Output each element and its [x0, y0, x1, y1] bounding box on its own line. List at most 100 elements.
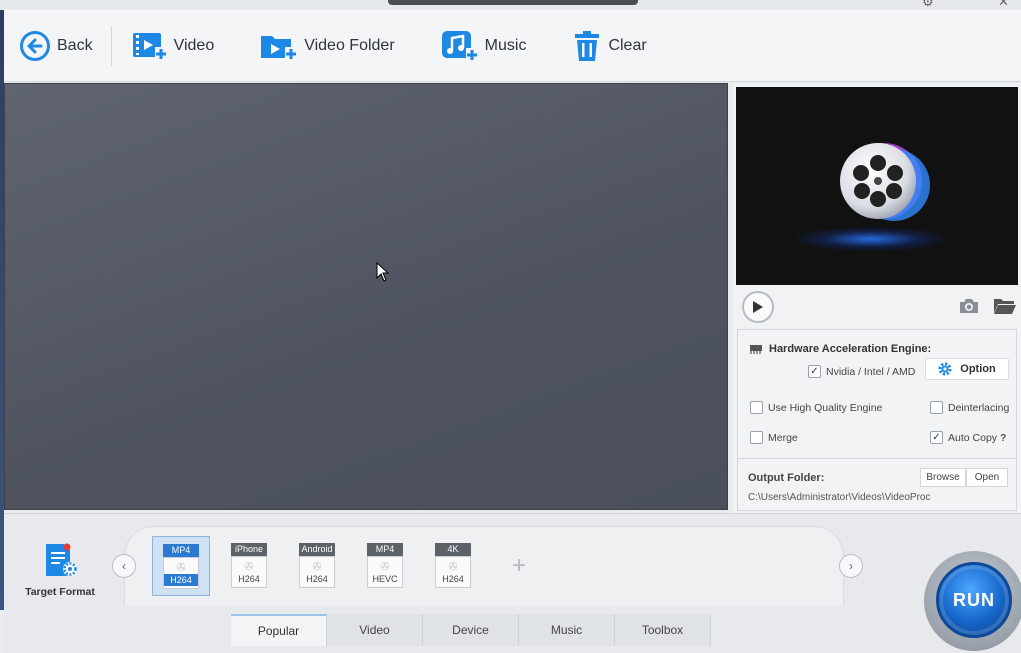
chip-icon	[750, 345, 762, 354]
high-quality-check-box[interactable]	[750, 401, 763, 414]
settings-icon[interactable]: ⚙	[922, 0, 934, 10]
chevron-right-icon: ›	[849, 559, 853, 573]
format-tag: MP4	[163, 544, 199, 557]
output-path: C:\Users\Administrator\Videos\VideoProc	[748, 492, 931, 503]
tab-label: Video	[359, 623, 390, 637]
add-video-folder-button[interactable]: Video Folder	[260, 10, 395, 82]
format-codec: H264	[164, 574, 198, 586]
next-format-button[interactable]: ›	[839, 554, 863, 578]
format-tag: iPhone	[231, 543, 267, 556]
auto-copy-checkbox[interactable]: ✓ Auto Copy ?	[930, 431, 1006, 444]
settings-panel: Hardware Acceleration Engine: ✓ Nvidia /…	[737, 329, 1017, 511]
open-label: Open	[974, 472, 1000, 483]
format-codec: H264	[442, 574, 464, 584]
merge-check-box[interactable]	[750, 431, 763, 444]
run-label: RUN	[953, 589, 995, 610]
run-button[interactable]: RUN	[936, 562, 1012, 638]
format-item-iphone[interactable]: iPhone ✇ H264	[220, 536, 278, 596]
nvidia-checkbox[interactable]: ✓ Nvidia / Intel / AMD	[808, 365, 915, 378]
hw-accel-label: Hardware Acceleration Engine:	[769, 343, 932, 355]
option-label: Option	[960, 363, 996, 375]
add-format-icon[interactable]: +	[512, 552, 526, 580]
tab-popular[interactable]: Popular	[231, 614, 327, 646]
camera-icon[interactable]	[958, 297, 980, 315]
gear-icon	[938, 362, 952, 376]
format-item-android[interactable]: Android ✇ H264	[288, 536, 346, 596]
videoproc-logo-icon	[840, 143, 930, 221]
format-doc: ✇ HEVC	[367, 556, 403, 588]
format-tag: Android	[299, 543, 335, 556]
format-item-mp4-h264[interactable]: MP4 ✇ H264	[152, 536, 210, 596]
film-reel-icon: ✇	[448, 561, 458, 573]
format-doc: ✇ H264	[163, 557, 199, 589]
tab-label: Music	[550, 623, 583, 637]
target-format-label: Target Format	[25, 586, 95, 598]
merge-label: Merge	[768, 431, 798, 444]
clear-button[interactable]: Clear	[572, 10, 647, 82]
deinterlacing-label: Deinterlacing	[948, 401, 1010, 414]
title-pill	[388, 0, 638, 5]
title-bar: ⚙ ✕	[0, 0, 1021, 10]
deinterlacing-check-box[interactable]	[930, 401, 943, 414]
preview-glow	[796, 227, 946, 251]
tab-music[interactable]: Music	[519, 614, 615, 646]
nvidia-label: Nvidia / Intel / AMD	[826, 365, 916, 378]
add-music-button[interactable]: Music	[441, 10, 527, 82]
add-video-button[interactable]: Video	[132, 10, 215, 82]
preview-window	[736, 87, 1018, 285]
format-codec: HEVC	[372, 574, 398, 584]
right-panel: Hardware Acceleration Engine: ✓ Nvidia /…	[733, 83, 1021, 513]
nvidia-check-box[interactable]: ✓	[808, 365, 821, 378]
format-doc: ✇ H264	[435, 556, 471, 588]
help-icon[interactable]: ?	[1000, 432, 1006, 444]
merge-checkbox[interactable]: Merge	[750, 431, 798, 444]
target-format-icon	[46, 543, 77, 576]
settings-divider	[738, 458, 1016, 459]
tab-label: Popular	[257, 624, 300, 638]
tab-video[interactable]: Video	[327, 614, 423, 646]
film-reel-icon: ✇	[244, 561, 254, 573]
video-drop-area[interactable]	[4, 83, 728, 510]
back-label: Back	[57, 36, 93, 54]
format-codec: H264	[306, 574, 328, 584]
chevron-left-icon: ‹	[122, 559, 126, 573]
deinterlacing-checkbox[interactable]: Deinterlacing	[930, 401, 1009, 414]
auto-copy-check-box[interactable]: ✓	[930, 431, 943, 444]
back-button[interactable]: Back	[19, 10, 93, 82]
browse-label: Browse	[926, 472, 960, 483]
option-button[interactable]: Option	[925, 358, 1009, 380]
film-reel-icon: ✇	[176, 562, 186, 574]
tab-device[interactable]: Device	[423, 614, 519, 646]
tab-toolbox[interactable]: Toolbox	[615, 614, 711, 646]
category-tabs: Popular Video Device Music Toolbox	[231, 614, 711, 646]
format-codec: H264	[238, 574, 260, 584]
play-icon	[753, 301, 763, 313]
mouse-cursor-icon	[376, 262, 390, 282]
trash-icon	[575, 30, 600, 61]
high-quality-label: Use High Quality Engine	[768, 401, 883, 414]
format-item-4k[interactable]: 4K ✇ H264	[424, 536, 482, 596]
back-arrow-icon	[20, 30, 50, 61]
prev-format-button[interactable]: ‹	[112, 554, 136, 578]
format-tag: 4K	[435, 543, 471, 556]
tab-label: Toolbox	[641, 623, 684, 637]
video-label: Video	[173, 36, 215, 54]
auto-copy-label: Auto Copy	[948, 431, 998, 444]
close-icon[interactable]: ✕	[998, 0, 1009, 10]
hw-accel-title: Hardware Acceleration Engine:	[748, 343, 931, 355]
add-music-icon	[441, 30, 478, 61]
format-tag: MP4	[367, 543, 403, 556]
open-folder-icon[interactable]	[993, 297, 1017, 315]
format-doc: ✇ H264	[231, 556, 267, 588]
play-button[interactable]	[742, 291, 774, 323]
video-folder-icon	[261, 35, 298, 60]
add-video-icon	[132, 32, 167, 59]
preview-controls	[736, 288, 1018, 326]
browse-button[interactable]: Browse	[920, 468, 966, 487]
format-item-mp4-hevc[interactable]: MP4 ✇ HEVC	[356, 536, 414, 596]
music-label: Music	[484, 36, 527, 54]
open-button[interactable]: Open	[966, 468, 1008, 487]
target-format-button[interactable]: Target Format	[18, 542, 102, 598]
high-quality-checkbox[interactable]: Use High Quality Engine	[750, 401, 882, 414]
output-folder-label: Output Folder:	[748, 472, 825, 484]
